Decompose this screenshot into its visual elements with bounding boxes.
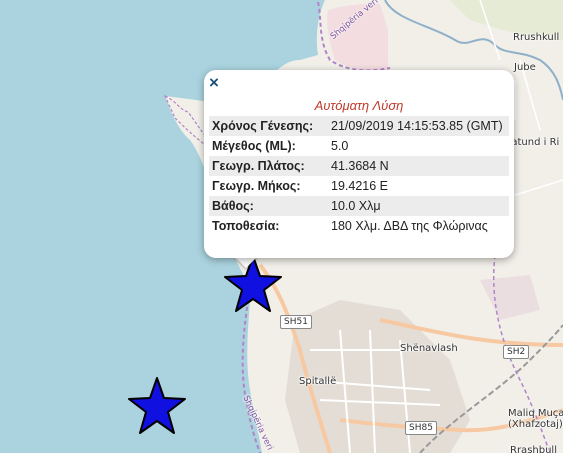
table-row: Τοποθεσία: 180 Χλμ. ΔΒΔ της Φλώρινας [209,216,509,236]
popup-title: Αυτόματη Λύση [314,98,404,113]
place-label-rrushkull: Rrushkull [513,32,560,43]
longitude-value: 19.4216 E [331,179,388,193]
magnitude-label: Μέγεθος (ML): [212,139,296,153]
close-icon[interactable]: × [209,74,219,92]
origin-time-label: Χρόνος Γένεσης: [209,116,328,136]
table-row: Γεωγρ. Πλάτος: 41.3684 N [209,156,509,176]
longitude-label: Γεωγρ. Μήκος: [212,179,301,193]
earthquake-star[interactable] [126,376,188,436]
place-label-spitalle: Spitallë [299,376,337,387]
place-label-shenavlash: Shënavlash [400,343,458,354]
latitude-label: Γεωγρ. Πλάτος: [209,156,328,176]
depth-label: Βάθος: [209,196,328,216]
road-label-sh2: SH2 [503,345,530,359]
place-label-xhafzotaj: (Xhafzotaj) [508,419,563,430]
earthquake-info-popup: × Αυτόματη Λύση Χρόνος Γένεσης: 21/09/20… [204,70,514,258]
table-row: Βάθος: 10.0 Χλμ [209,196,509,216]
map-view[interactable]: Rrushkull Jube Katund i Ri Shënavlash Sp… [0,0,563,453]
location-value: 180 Χλμ. ΔΒΔ της Φλώρινας [331,219,488,233]
origin-time-value: 21/09/2019 14:15:53.85 (GMT) [328,116,509,136]
latitude-value: 41.3684 N [328,156,509,176]
table-row: Γεωγρ. Μήκος: 19.4216 E [209,176,509,196]
table-row: Μέγεθος (ML): 5.0 [209,136,509,156]
place-label-maliq-muca: Maliq Muça [508,408,563,419]
info-table: Χρόνος Γένεσης: 21/09/2019 14:15:53.85 (… [209,116,509,236]
road-label-sh51: SH51 [280,315,312,329]
place-label-jube: Jube [514,62,536,73]
depth-value: 10.0 Χλμ [328,196,509,216]
table-row: Χρόνος Γένεσης: 21/09/2019 14:15:53.85 (… [209,116,509,136]
place-label-rrashbull: Rrashbull [510,445,557,453]
location-label: Τοποθεσία: [212,219,280,233]
road-label-sh85: SH85 [405,421,437,435]
industrial-area [480,275,540,320]
magnitude-value: 5.0 [331,139,349,153]
